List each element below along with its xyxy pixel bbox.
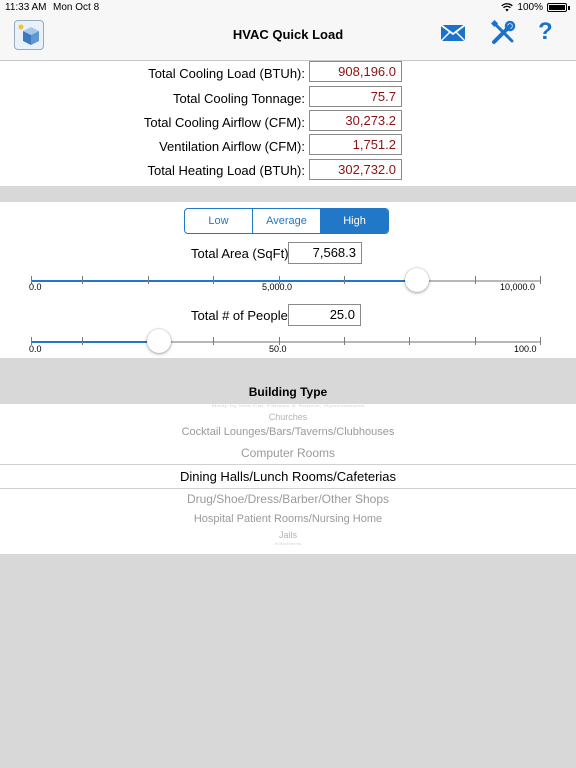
- navigation-bar: HVAC Quick Load ?: [0, 16, 576, 61]
- cooling-tonnage-label: Total Cooling Tonnage:: [172, 91, 305, 106]
- cooling-tonnage-value: 75.7: [309, 86, 402, 107]
- status-bar: 11:33 AM Mon Oct 8 100%: [0, 0, 576, 16]
- people-label: Total # of People:: [191, 308, 292, 323]
- picker-selection-top: [0, 464, 576, 465]
- area-tick: [82, 276, 83, 284]
- results-panel: Total Cooling Load (BTUh): 908,196.0 Tot…: [0, 61, 576, 186]
- ventilation-airflow-label: Ventilation Airflow (CFM):: [159, 139, 305, 154]
- people-min-label: 0.0: [29, 344, 42, 354]
- people-mid-label: 50.0: [269, 344, 287, 354]
- ventilation-airflow-value: 1,751.2: [309, 134, 402, 155]
- picker-item-selected[interactable]: Dining Halls/Lunch Rooms/Cafeterias: [0, 469, 576, 484]
- area-slider-thumb[interactable]: [405, 268, 429, 292]
- building-type-header: Building Type: [248, 385, 328, 399]
- people-field[interactable]: 25.0: [288, 304, 361, 326]
- tools-icon[interactable]: [490, 19, 516, 51]
- picker-item[interactable]: Cocktail Lounges/Bars/Taverns/Clubhouses: [0, 426, 576, 438]
- battery-tip: [568, 5, 570, 10]
- people-tick: [409, 337, 410, 345]
- cooling-airflow-label: Total Cooling Airflow (CFM):: [143, 115, 305, 130]
- area-max-label: 10,000.0: [500, 282, 536, 292]
- picker-item[interactable]: Churches: [0, 412, 576, 422]
- mail-icon[interactable]: [440, 23, 466, 48]
- picker-item[interactable]: Hospital Patient Rooms/Nursing Home: [0, 513, 576, 525]
- status-time: 11:33 AM: [5, 2, 47, 13]
- help-icon[interactable]: ?: [538, 18, 553, 46]
- cooling-airflow-value: 30,273.2: [309, 110, 402, 131]
- section-divider: [0, 186, 576, 202]
- people-tick: [82, 337, 83, 345]
- status-right: 100%: [501, 2, 570, 13]
- area-label: Total Area (SqFt):: [191, 246, 293, 261]
- area-field[interactable]: 7,568.3: [288, 242, 362, 264]
- picker-item[interactable]: Jails: [0, 530, 576, 540]
- segment-low[interactable]: Low: [185, 209, 253, 233]
- wifi-icon: [501, 3, 514, 12]
- area-mid-label: 5,000.0: [262, 282, 293, 292]
- building-type-picker[interactable]: Body by Mid-Cal, Fitness & Salons, Gymna…: [0, 404, 576, 554]
- picker-item[interactable]: Body by Mid-Cal, Fitness & Salons, Gymna…: [0, 404, 576, 408]
- people-tick: [213, 337, 214, 345]
- heating-load-label: Total Heating Load (BTUh):: [147, 163, 305, 178]
- segment-average[interactable]: Average: [253, 209, 321, 233]
- area-tick: [540, 276, 541, 284]
- people-tick: [540, 337, 541, 345]
- segment-high[interactable]: High: [321, 209, 388, 233]
- area-tick: [213, 276, 214, 284]
- picker-item[interactable]: Drug/Shoe/Dress/Barber/Other Shops: [0, 492, 576, 506]
- people-tick: [475, 337, 476, 345]
- people-tick: [344, 337, 345, 345]
- status-date: Mon Oct 8: [53, 2, 100, 13]
- heating-load-value: 302,732.0: [309, 159, 402, 180]
- area-tick: [475, 276, 476, 284]
- area-tick: [148, 276, 149, 284]
- people-slider-fill: [31, 341, 159, 343]
- area-slider-fill: [31, 280, 417, 282]
- controls-panel: Low Average High Total Area (SqFt): 7,56…: [0, 202, 576, 358]
- battery-icon: [547, 3, 567, 12]
- cooling-load-value: 908,196.0: [309, 61, 402, 82]
- people-max-label: 100.0: [514, 344, 537, 354]
- picker-selection-bottom: [0, 488, 576, 489]
- occupancy-level-segmented-control[interactable]: Low Average High: [184, 208, 389, 234]
- cooling-load-label: Total Cooling Load (BTUh):: [148, 66, 305, 81]
- area-tick: [344, 276, 345, 284]
- area-min-label: 0.0: [29, 282, 42, 292]
- picker-item[interactable]: Computer Rooms: [0, 446, 576, 460]
- battery-percent: 100%: [517, 2, 543, 13]
- people-slider-thumb[interactable]: [147, 329, 171, 353]
- picker-item[interactable]: Kitchens: [0, 542, 576, 546]
- people-slider[interactable]: [31, 329, 541, 353]
